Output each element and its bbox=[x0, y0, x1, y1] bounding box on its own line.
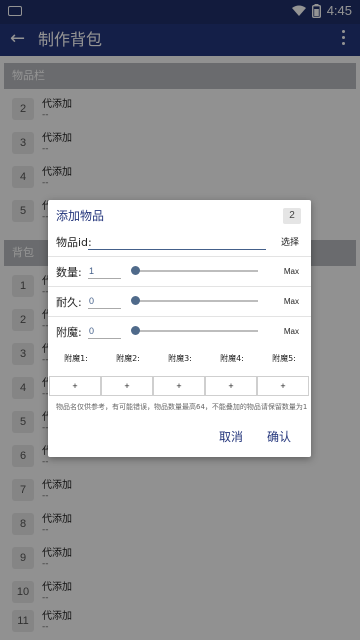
enchant-slot-label-5: 附魔5: bbox=[272, 354, 296, 363]
confirm-button[interactable]: 确认 bbox=[267, 428, 291, 445]
dialog-title: 添加物品 bbox=[56, 209, 105, 223]
slider-track bbox=[132, 300, 258, 302]
item-id-label: 物品id: bbox=[56, 236, 92, 249]
divider bbox=[48, 256, 311, 257]
enchant-label: 附魔: bbox=[56, 326, 82, 339]
enchant-slider[interactable] bbox=[131, 326, 258, 336]
slider-track bbox=[132, 330, 258, 332]
quantity-input[interactable] bbox=[88, 263, 121, 279]
enchant-slot-label-1: 附魔1: bbox=[64, 354, 88, 363]
item-id-input[interactable] bbox=[88, 232, 266, 250]
divider bbox=[48, 286, 311, 287]
enchant-slot-add-button-5[interactable]: + bbox=[257, 376, 309, 396]
enchant-input[interactable] bbox=[88, 323, 121, 339]
enchant-slot-add-button-4[interactable]: + bbox=[205, 376, 257, 396]
enchant-slot-label-3: 附魔3: bbox=[168, 354, 192, 363]
select-button[interactable]: 选择 bbox=[281, 235, 299, 248]
cancel-button[interactable]: 取消 bbox=[219, 428, 243, 445]
durability-max-label[interactable]: Max bbox=[284, 297, 299, 306]
info-note: 物品名仅供参考，有可能错误，物品数量最高64，不能叠加的物品请保留数量为1 bbox=[56, 403, 308, 411]
durability-slider[interactable] bbox=[131, 296, 258, 306]
slider-thumb[interactable] bbox=[131, 266, 140, 275]
quantity-label: 数量: bbox=[56, 266, 82, 279]
enchant-slot-add-button-2[interactable]: + bbox=[101, 376, 153, 396]
enchant-slot-label-2: 附魔2: bbox=[116, 354, 140, 363]
count-badge: 2 bbox=[283, 208, 301, 224]
divider bbox=[48, 316, 311, 317]
add-item-dialog: 添加物品 2 物品id: 选择 数量: Max 耐久: Max 附魔: Max … bbox=[48, 200, 311, 457]
enchant-max-label[interactable]: Max bbox=[284, 327, 299, 336]
enchant-slot-label-4: 附魔4: bbox=[220, 354, 244, 363]
slider-thumb[interactable] bbox=[131, 326, 140, 335]
durability-label: 耐久: bbox=[56, 296, 82, 309]
slider-thumb[interactable] bbox=[131, 296, 140, 305]
enchant-slot-add-button-3[interactable]: + bbox=[153, 376, 205, 396]
quantity-slider[interactable] bbox=[131, 266, 258, 276]
durability-input[interactable] bbox=[88, 293, 121, 309]
slider-track bbox=[132, 270, 258, 272]
quantity-max-label[interactable]: Max bbox=[284, 267, 299, 276]
enchant-slot-add-button-1[interactable]: + bbox=[49, 376, 101, 396]
